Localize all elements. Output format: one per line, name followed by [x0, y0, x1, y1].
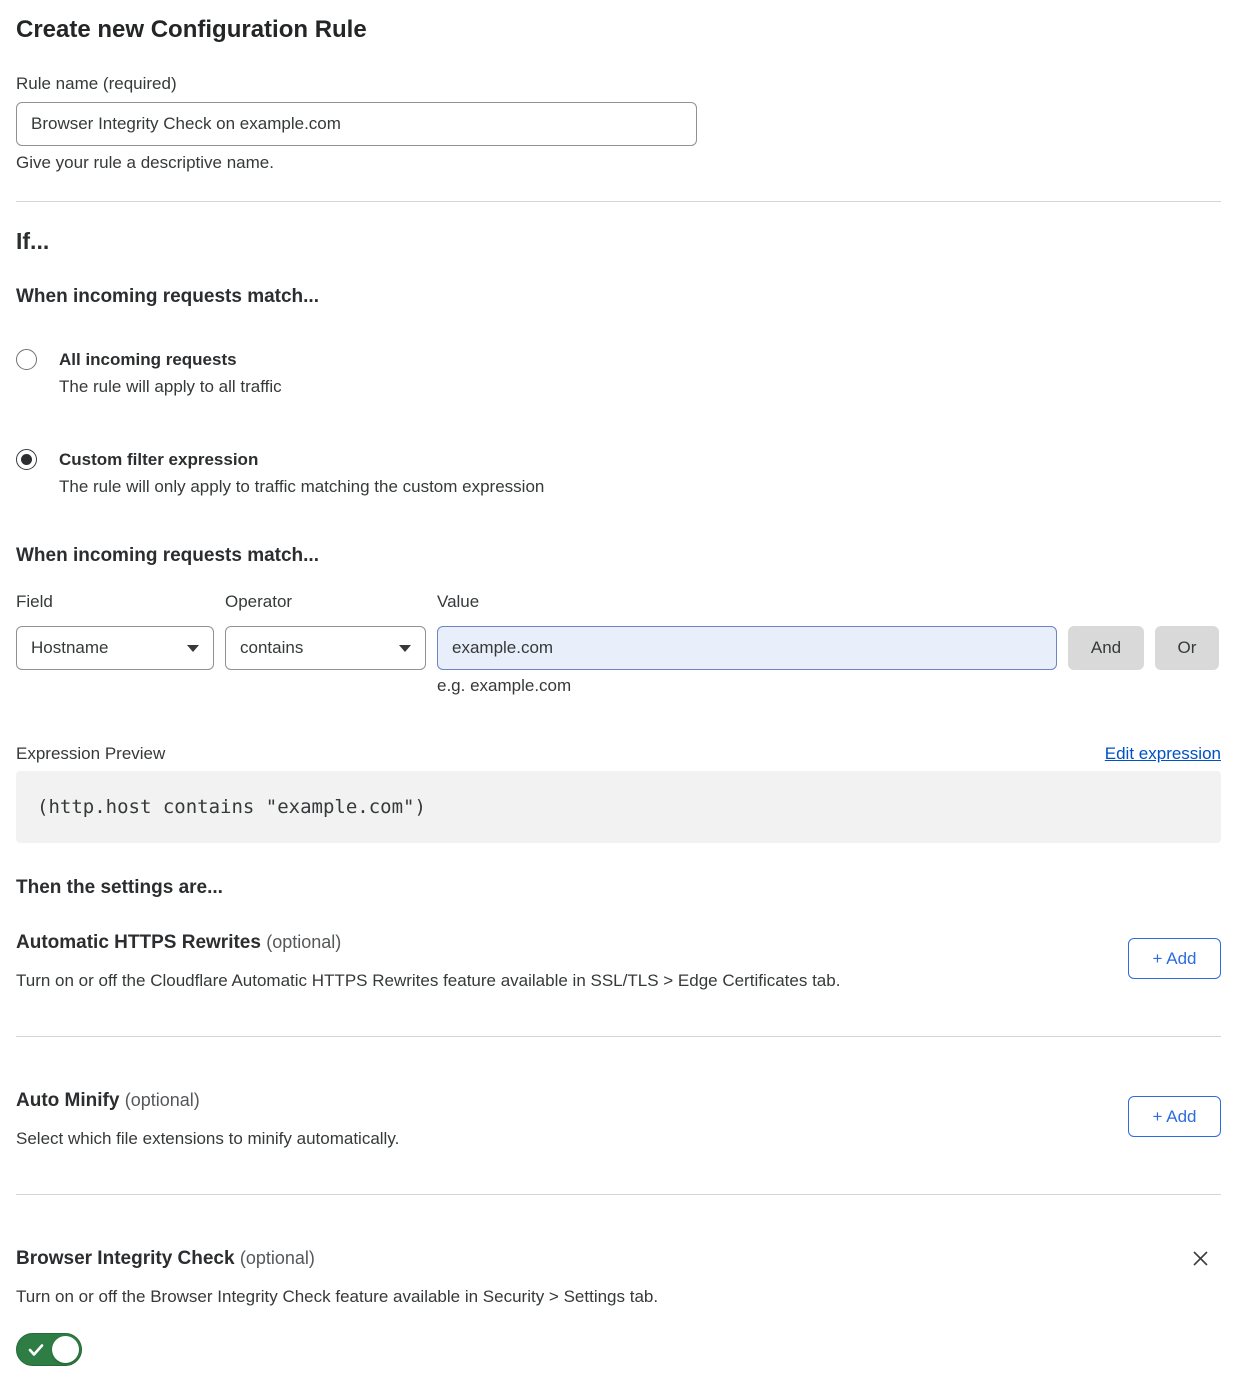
- radio-option-label: All incoming requests: [59, 349, 282, 370]
- radio-option-all-incoming-requests[interactable]: All incoming requests The rule will appl…: [16, 349, 1221, 397]
- check-icon: [28, 1343, 44, 1357]
- setting-description: Turn on or off the Browser Integrity Che…: [16, 1287, 1016, 1307]
- edit-expression-link[interactable]: Edit expression: [1105, 744, 1221, 764]
- operator-select[interactable]: contains: [225, 626, 426, 670]
- match-heading: When incoming requests match...: [16, 286, 1221, 308]
- expression-builder-row: Field Operator Value Hostname contains A…: [16, 592, 1221, 696]
- expression-preview-header: Expression Preview Edit expression: [16, 743, 1221, 765]
- radio-option-label: Custom filter expression: [59, 449, 544, 470]
- setting-optional-tag: (optional): [266, 932, 341, 952]
- setting-auto-minify: Auto Minify (optional) Select which file…: [16, 1088, 1221, 1149]
- setting-optional-tag: (optional): [125, 1090, 200, 1110]
- and-button[interactable]: And: [1068, 626, 1144, 670]
- setting-title: Automatic HTTPS Rewrites: [16, 932, 261, 953]
- chevron-down-icon: [187, 645, 199, 652]
- toggle-knob[interactable]: [52, 1336, 79, 1363]
- operator-select-value: contains: [240, 638, 303, 658]
- rule-name-label: Rule name (required): [16, 74, 1221, 94]
- close-icon: [1190, 1248, 1211, 1269]
- or-button[interactable]: Or: [1155, 626, 1219, 670]
- value-label: Value: [437, 592, 1057, 612]
- expression-builder-heading: When incoming requests match...: [16, 545, 1221, 567]
- radio-option-description: The rule will apply to all traffic: [59, 377, 282, 397]
- section-divider: [16, 1036, 1221, 1037]
- section-divider: [16, 201, 1221, 202]
- browser-integrity-check-toggle[interactable]: [16, 1333, 82, 1366]
- remove-setting-button[interactable]: [1188, 1246, 1213, 1271]
- add-auto-minify-button[interactable]: + Add: [1128, 1096, 1221, 1137]
- setting-automatic-https-rewrites: Automatic HTTPS Rewrites (optional) Turn…: [16, 930, 1221, 991]
- field-label: Field: [16, 592, 214, 612]
- expression-preview-label: Expression Preview: [16, 743, 165, 765]
- setting-title: Browser Integrity Check: [16, 1248, 235, 1269]
- setting-browser-integrity-check: Browser Integrity Check (optional) Turn …: [16, 1246, 1221, 1366]
- setting-description: Turn on or off the Cloudflare Automatic …: [16, 971, 840, 991]
- expression-code: (http.host contains "example.com"): [37, 796, 426, 818]
- setting-description: Select which file extensions to minify a…: [16, 1129, 399, 1149]
- value-helper: e.g. example.com: [437, 676, 1057, 696]
- radio-option-custom-filter-expression[interactable]: Custom filter expression The rule will o…: [16, 449, 1221, 497]
- field-select[interactable]: Hostname: [16, 626, 214, 670]
- page-title: Create new Configuration Rule: [16, 16, 1221, 44]
- add-automatic-https-rewrites-button[interactable]: + Add: [1128, 938, 1221, 979]
- if-heading: If...: [16, 227, 1221, 255]
- chevron-down-icon: [399, 645, 411, 652]
- section-divider: [16, 1194, 1221, 1195]
- radio-unselected-icon[interactable]: [16, 349, 37, 370]
- operator-label: Operator: [225, 592, 426, 612]
- radio-option-description: The rule will only apply to traffic matc…: [59, 477, 544, 497]
- then-settings-heading: Then the settings are...: [16, 877, 1221, 899]
- setting-optional-tag: (optional): [240, 1248, 315, 1268]
- setting-title: Auto Minify: [16, 1090, 119, 1111]
- create-configuration-rule-form: Create new Configuration Rule Rule name …: [0, 16, 1237, 1366]
- value-input[interactable]: [437, 626, 1057, 670]
- rule-name-input[interactable]: [16, 102, 697, 146]
- radio-selected-icon[interactable]: [16, 449, 37, 470]
- field-select-value: Hostname: [31, 638, 108, 658]
- rule-name-helper: Give your rule a descriptive name.: [16, 153, 1221, 173]
- expression-preview-code-block: (http.host contains "example.com"): [16, 771, 1221, 843]
